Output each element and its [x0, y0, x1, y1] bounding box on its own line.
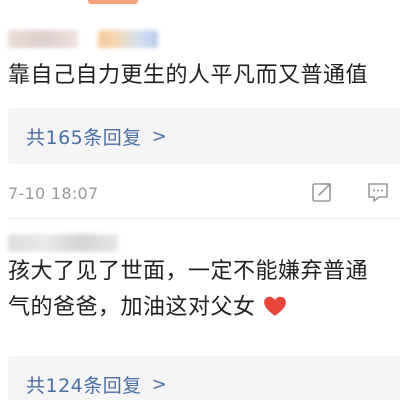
reply-summary[interactable]: 共124条回复 >	[8, 356, 400, 400]
blurred-name	[8, 30, 78, 48]
chevron-right-icon: >	[151, 373, 168, 395]
reply-count: 共165条回复	[26, 126, 142, 149]
view-replies-link[interactable]: 共165条回复 >	[26, 123, 167, 150]
comment-line: 靠自己自力更生的人平凡而又普通值	[8, 63, 369, 88]
reply-summary[interactable]: 共165条回复 >	[8, 108, 400, 164]
comment-line: 孩大了见了世面，一定不能嫌弃普通	[8, 259, 369, 284]
comment-text: 靠自己自力更生的人平凡而又普通值	[8, 58, 368, 94]
chevron-right-icon: >	[151, 125, 168, 147]
username-blurred[interactable]	[8, 30, 158, 48]
comment-icon[interactable]	[366, 180, 390, 204]
comment-feed: 靠自己自力更生的人平凡而又普通值 共165条回复 > 7-10 18:07 孩大…	[0, 0, 400, 400]
previous-element-edge	[88, 0, 138, 4]
divider	[8, 218, 400, 219]
comment-meta: 7-10 18:07	[8, 178, 400, 208]
view-replies-link[interactable]: 共124条回复 >	[26, 371, 167, 398]
comment-line: 气的爸爸，加油这对父女	[8, 290, 368, 326]
timestamp: 7-10 18:07	[8, 183, 99, 203]
heart-icon	[263, 296, 286, 316]
comment-text: 孩大了见了世面，一定不能嫌弃普通 气的爸爸，加油这对父女	[8, 254, 368, 326]
blurred-badge	[98, 30, 158, 48]
share-icon[interactable]	[310, 180, 334, 204]
username-blurred[interactable]	[8, 234, 118, 252]
blurred-name	[8, 234, 118, 252]
action-icons	[310, 180, 390, 204]
reply-count: 共124条回复	[26, 374, 142, 397]
